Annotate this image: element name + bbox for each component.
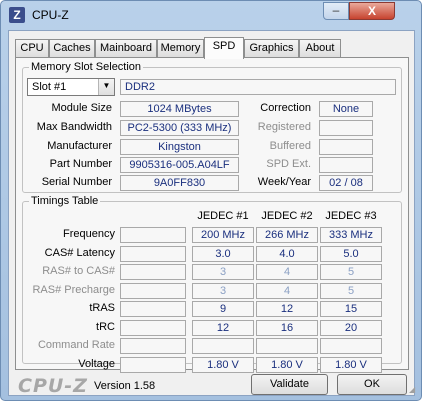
client-area: CPU Caches Mainboard Memory SPD Graphics… bbox=[8, 30, 416, 397]
timing-row-label: Frequency bbox=[63, 228, 115, 240]
module-size-field: 1024 MBytes bbox=[120, 101, 239, 117]
timing-value-cell: 266 MHz bbox=[256, 227, 318, 243]
tab-mainboard[interactable]: Mainboard bbox=[95, 39, 157, 58]
timing-blank-cell bbox=[120, 246, 186, 262]
timing-row-label: RAS# to CAS# bbox=[42, 265, 115, 277]
timing-value-cell: 1.80 V bbox=[256, 357, 318, 373]
timing-value-cell: 4 bbox=[256, 264, 318, 280]
timing-row-label: tRAS bbox=[89, 302, 115, 314]
cpuz-app-icon[interactable]: Z bbox=[9, 7, 25, 23]
buffered-field bbox=[319, 139, 373, 155]
memory-slot-group: Memory Slot Selection Slot #1 ▼ DDR2 Mod… bbox=[22, 61, 402, 193]
timing-value-cell: 15 bbox=[320, 301, 382, 317]
manufacturer-field: Kingston bbox=[120, 139, 239, 155]
timing-blank-cell bbox=[120, 283, 186, 299]
timing-value-cell: 5.0 bbox=[320, 246, 382, 262]
part-number-label: Part Number bbox=[49, 158, 112, 170]
tab-graphics[interactable]: Graphics bbox=[244, 39, 299, 58]
slot-select[interactable]: Slot #1 ▼ bbox=[27, 78, 115, 96]
timing-blank-cell bbox=[120, 338, 186, 354]
timing-value-cell: 3.0 bbox=[192, 246, 254, 262]
manufacturer-label: Manufacturer bbox=[47, 140, 112, 152]
minimize-button[interactable]: – bbox=[323, 2, 349, 20]
timings-group-title: Timings Table bbox=[29, 195, 101, 207]
timing-value-cell: 3 bbox=[192, 264, 254, 280]
slot-select-value: Slot #1 bbox=[32, 81, 67, 93]
timing-row-label: Command Rate bbox=[37, 339, 115, 351]
timing-value-cell: 9 bbox=[192, 301, 254, 317]
timing-row-label: RAS# Precharge bbox=[32, 284, 115, 296]
timing-value-cell bbox=[192, 338, 254, 354]
timing-row-label: Voltage bbox=[78, 358, 115, 370]
spd-panel: Memory Slot Selection Slot #1 ▼ DDR2 Mod… bbox=[15, 57, 409, 373]
timing-value-cell: 1.80 V bbox=[320, 357, 382, 373]
version-label: Version 1.58 bbox=[94, 380, 156, 392]
timing-value-cell: 5 bbox=[320, 264, 382, 280]
window-title: CPU-Z bbox=[32, 8, 69, 22]
timing-blank-cell bbox=[120, 264, 186, 280]
registered-field bbox=[319, 120, 373, 136]
tab-memory[interactable]: Memory bbox=[157, 39, 204, 58]
timing-row-label: CAS# Latency bbox=[44, 247, 115, 259]
timings-column-header: JEDEC #2 bbox=[261, 210, 313, 222]
buffered-label: Buffered bbox=[269, 140, 311, 152]
cpuz-window: Z CPU-Z – X CPU Caches Mainboard Memory … bbox=[0, 0, 422, 401]
timings-column-header: JEDEC #1 bbox=[197, 210, 249, 222]
timing-value-cell: 5 bbox=[320, 283, 382, 299]
ok-button[interactable]: OK bbox=[337, 374, 407, 395]
module-size-label: Module Size bbox=[51, 102, 112, 114]
timings-group: Timings Table JEDEC #1 JEDEC #2 JEDEC #3… bbox=[22, 195, 402, 373]
serial-number-field: 9A0FF830 bbox=[120, 175, 239, 191]
timing-value-cell: 1.80 V bbox=[192, 357, 254, 373]
close-button[interactable]: X bbox=[349, 2, 395, 20]
max-bandwidth-label: Max Bandwidth bbox=[36, 121, 112, 133]
timing-blank-cell bbox=[120, 357, 186, 373]
tab-spd[interactable]: SPD bbox=[204, 37, 244, 59]
title-bar[interactable]: Z CPU-Z – X bbox=[1, 1, 421, 29]
chevron-down-icon[interactable]: ▼ bbox=[98, 79, 114, 95]
timing-blank-cell bbox=[120, 227, 186, 243]
timing-row-label: tRC bbox=[96, 321, 115, 333]
timing-value-cell bbox=[320, 338, 382, 354]
timing-value-cell: 16 bbox=[256, 320, 318, 336]
correction-label: Correction bbox=[260, 102, 311, 114]
timing-value-cell: 12 bbox=[256, 301, 318, 317]
tab-about[interactable]: About bbox=[299, 39, 341, 58]
timing-value-cell: 3 bbox=[192, 283, 254, 299]
timings-column-header: JEDEC #3 bbox=[325, 210, 377, 222]
max-bandwidth-field: PC2-5300 (333 MHz) bbox=[120, 120, 239, 136]
registered-label: Registered bbox=[257, 121, 311, 133]
tab-cpu[interactable]: CPU bbox=[15, 39, 49, 58]
timing-value-cell: 200 MHz bbox=[192, 227, 254, 243]
timing-value-cell: 4.0 bbox=[256, 246, 318, 262]
week-year-field: 02 / 08 bbox=[319, 175, 373, 191]
timing-blank-cell bbox=[120, 320, 186, 336]
timing-value-cell: 4 bbox=[256, 283, 318, 299]
cpuz-logo: CPU-Z bbox=[18, 375, 88, 397]
week-year-label: Week/Year bbox=[257, 176, 311, 188]
validate-button[interactable]: Validate bbox=[251, 374, 328, 395]
tab-caches[interactable]: Caches bbox=[49, 39, 95, 58]
timing-value-cell: 333 MHz bbox=[320, 227, 382, 243]
timing-value-cell: 12 bbox=[192, 320, 254, 336]
part-number-field: 9905316-005.A04LF bbox=[120, 157, 239, 173]
resize-grip-icon[interactable]: ◢ bbox=[409, 385, 416, 394]
memory-type-field: DDR2 bbox=[120, 79, 396, 95]
spd-ext-field bbox=[319, 157, 373, 173]
memory-slot-group-title: Memory Slot Selection bbox=[29, 61, 144, 73]
correction-field: None bbox=[319, 101, 373, 117]
timing-value-cell: 20 bbox=[320, 320, 382, 336]
serial-number-label: Serial Number bbox=[41, 176, 112, 188]
timing-value-cell bbox=[256, 338, 318, 354]
timing-blank-cell bbox=[120, 301, 186, 317]
spd-ext-label: SPD Ext. bbox=[266, 158, 311, 170]
